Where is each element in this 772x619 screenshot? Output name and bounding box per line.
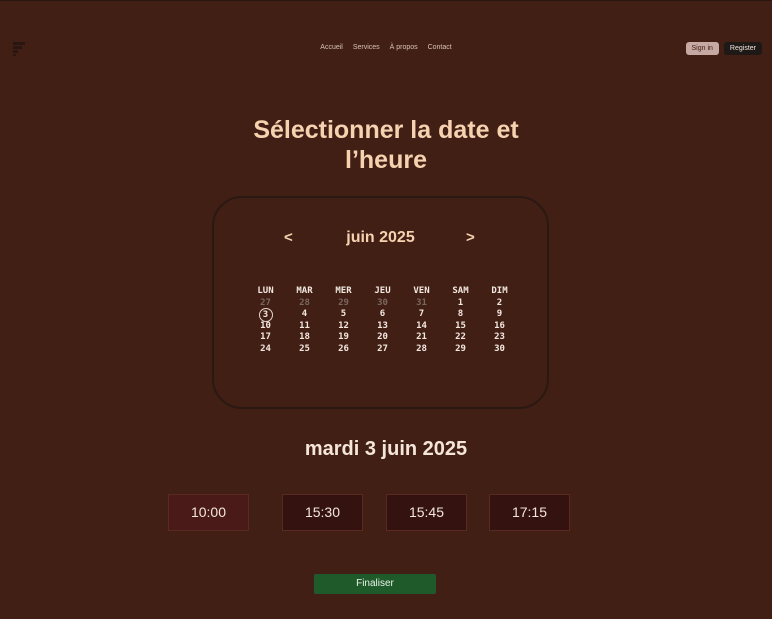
calendar-day-number: 6 <box>379 309 386 319</box>
calendar-day-number: 28 <box>299 297 310 308</box>
calendar-day-number: 2 <box>496 297 503 308</box>
calendar-day-number: 18 <box>299 332 310 342</box>
calendar-day[interactable]: 17 <box>246 332 285 344</box>
calendar-day-number: 17 <box>260 332 271 342</box>
calendar-day-selected[interactable]: 3 <box>246 308 285 322</box>
calendar-month-label: juin 2025 <box>346 229 415 246</box>
calendar-day[interactable]: 2 <box>480 298 519 310</box>
calendar-day-number: 27 <box>377 343 388 354</box>
weekday-header: JEU <box>374 286 391 296</box>
calendar-day[interactable]: 15 <box>441 321 480 333</box>
calendar-day-number: 5 <box>340 309 347 319</box>
time-slot[interactable]: 17:15 <box>489 494 570 531</box>
calendar-day-number: 12 <box>338 320 349 331</box>
calendar-day-number: 26 <box>338 343 349 354</box>
weekday-header: MAR <box>296 286 313 296</box>
calendar-day[interactable]: 7 <box>402 309 441 321</box>
calendar-day[interactable]: 6 <box>363 309 402 321</box>
next-month-button[interactable]: > <box>466 229 475 246</box>
calendar-day[interactable]: 1 <box>441 298 480 310</box>
calendar-day-number: 11 <box>299 320 310 331</box>
nav-item-a-propos[interactable]: À propos <box>390 44 418 51</box>
calendar-day-number: 24 <box>260 343 271 354</box>
nav-item-contact[interactable]: Contact <box>428 44 452 51</box>
calendar-day-number: 4 <box>301 309 308 319</box>
calendar-day[interactable]: 20 <box>363 332 402 344</box>
calendar-day-number: 25 <box>299 343 310 354</box>
calendar-day[interactable]: 18 <box>285 332 324 344</box>
calendar-day[interactable]: 23 <box>480 332 519 344</box>
calendar-day-number: 27 <box>260 297 271 308</box>
calendar-day[interactable]: 10 <box>246 321 285 333</box>
page-title-line-2: l’heure <box>345 146 427 174</box>
calendar-day-number: 16 <box>494 320 505 331</box>
calendar-day-number: 30 <box>494 343 505 354</box>
calendar-day[interactable]: 30 <box>363 298 402 310</box>
register-button[interactable]: Register <box>723 42 762 55</box>
booking-page: Accueil Services À propos Contact Sign i… <box>0 0 772 619</box>
calendar-day-number: 1 <box>457 297 464 308</box>
calendar: < juin 2025 > LUN MAR MER JEU VEN SAM DIM 27 28 2… <box>212 196 549 409</box>
calendar-day[interactable]: 28 <box>402 344 441 356</box>
calendar-day[interactable]: 28 <box>285 298 324 310</box>
calendar-day-number: 29 <box>338 297 349 308</box>
calendar-day-number: 31 <box>416 297 427 308</box>
page-title: Sélectionner la date et l’heure <box>0 115 772 175</box>
auth-buttons: Sign in Register <box>685 42 762 55</box>
calendar-day[interactable]: 29 <box>324 298 363 310</box>
weekday-header: DIM <box>491 286 508 296</box>
calendar-day-number: 30 <box>377 297 388 308</box>
calendar-day-number: 22 <box>455 332 466 342</box>
selected-date-label: mardi 3 juin 2025 <box>304 438 468 460</box>
calendar-day[interactable]: 11 <box>285 321 324 333</box>
calendar-day[interactable]: 16 <box>480 321 519 333</box>
calendar-header: < juin 2025 > <box>214 229 547 249</box>
calendar-day-number: 7 <box>418 309 425 319</box>
calendar-day-number: 19 <box>338 332 349 342</box>
calendar-day[interactable]: 27 <box>363 344 402 356</box>
finalize-button[interactable]: Finaliser <box>314 574 436 594</box>
calendar-grid: LUN MAR MER JEU VEN SAM DIM 27 28 29 30 31 1 2 3 4 5 6 7 8 9… <box>246 286 520 355</box>
calendar-day-number: 29 <box>455 343 466 354</box>
calendar-day[interactable]: 9 <box>480 309 519 321</box>
calendar-day[interactable]: 29 <box>441 344 480 356</box>
weekday-header: VEN <box>413 286 430 296</box>
calendar-day[interactable]: 25 <box>285 344 324 356</box>
nav-item-services[interactable]: Services <box>353 44 380 51</box>
weekday-header: LUN <box>257 286 274 296</box>
calendar-day-number: 14 <box>416 320 427 331</box>
time-slot[interactable]: 10:00 <box>168 494 249 531</box>
calendar-day-number: 8 <box>457 309 464 319</box>
calendar-day-number: 28 <box>416 343 427 354</box>
calendar-day-number: 23 <box>494 332 505 342</box>
calendar-day[interactable]: 21 <box>402 332 441 344</box>
time-slot[interactable]: 15:45 <box>386 494 467 531</box>
time-slot[interactable]: 15:30 <box>282 494 363 531</box>
calendar-day[interactable]: 26 <box>324 344 363 356</box>
calendar-day-number: 13 <box>377 320 388 331</box>
calendar-day-number: 15 <box>455 320 466 331</box>
calendar-day[interactable]: 12 <box>324 321 363 333</box>
calendar-day[interactable]: 8 <box>441 309 480 321</box>
nav-item-accueil[interactable]: Accueil <box>320 44 343 51</box>
calendar-day[interactable]: 24 <box>246 344 285 356</box>
sign-in-button[interactable]: Sign in <box>685 42 719 55</box>
calendar-day[interactable]: 22 <box>441 332 480 344</box>
main-nav: Accueil Services À propos Contact <box>0 44 772 51</box>
calendar-day-number: 9 <box>496 309 503 319</box>
calendar-day[interactable]: 4 <box>285 309 324 321</box>
calendar-day[interactable]: 19 <box>324 332 363 344</box>
calendar-day[interactable]: 13 <box>363 321 402 333</box>
weekday-header: SAM <box>452 286 469 296</box>
calendar-day-number: 21 <box>416 332 427 342</box>
calendar-day[interactable]: 5 <box>324 309 363 321</box>
page-title-line-1: Sélectionner la date et <box>253 116 519 144</box>
calendar-day[interactable]: 30 <box>480 344 519 356</box>
calendar-day-number: 20 <box>377 332 388 342</box>
calendar-day[interactable]: 31 <box>402 298 441 310</box>
calendar-day[interactable]: 14 <box>402 321 441 333</box>
calendar-day-number: 10 <box>260 320 271 331</box>
weekday-header: MER <box>335 286 352 296</box>
